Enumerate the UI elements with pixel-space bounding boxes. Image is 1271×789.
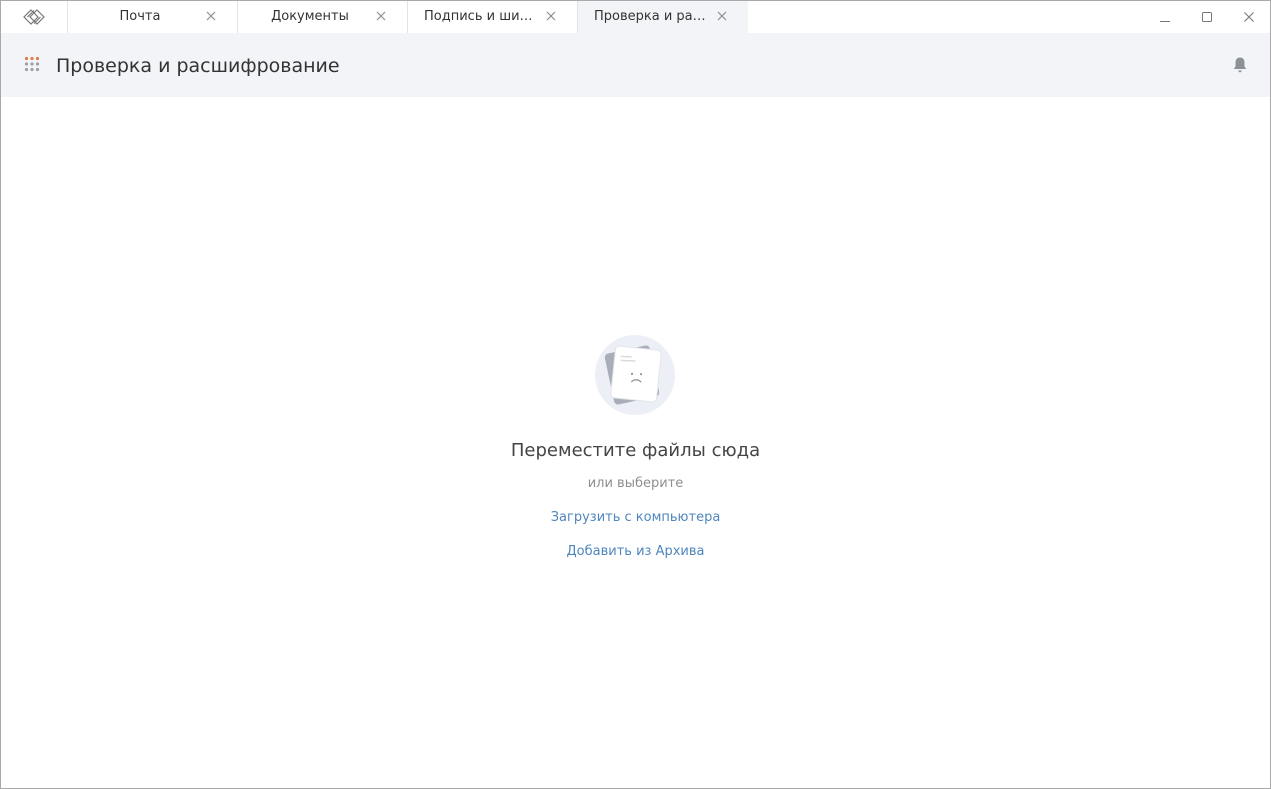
app-logo-icon[interactable] [1,1,68,33]
upload-from-computer-link[interactable]: Загрузить с компьютера [551,510,721,525]
window-controls [1144,1,1270,33]
maximize-icon[interactable] [1186,1,1228,33]
page-header: Проверка и расшифрование [1,33,1270,97]
minimize-icon[interactable] [1144,1,1186,33]
close-icon[interactable] [375,10,387,22]
file-drop-zone[interactable]: Переместите файлы сюда или выберите Загр… [1,97,1270,788]
sad-document-icon [595,335,675,415]
close-icon[interactable] [716,10,728,22]
add-from-archive-wrapper: Добавить из Архива [1,544,1270,559]
add-from-archive-link[interactable]: Добавить из Архива [567,544,705,559]
apps-grid-icon[interactable] [24,56,40,72]
app-window: Почта Документы Подпись и шиф... Проверк… [0,0,1271,789]
tab-mail-label: Почта [119,9,161,24]
tab-mail[interactable]: Почта [68,1,238,33]
page-title: Проверка и расшифрование [56,55,340,77]
tab-bar: Почта Документы Подпись и шиф... Проверк… [1,1,1270,33]
tab-sign-encrypt[interactable]: Подпись и шиф... [408,1,578,33]
close-icon[interactable] [545,10,557,22]
drop-zone-title: Переместите файлы сюда [510,440,761,461]
upload-from-computer-wrapper: Загрузить с компьютера [1,510,1270,525]
drop-zone-or-text: или выберите [587,476,684,491]
tab-verify-decrypt-label: Проверка и рас... [594,9,706,24]
tab-verify-decrypt[interactable]: Проверка и рас... [578,1,748,33]
tab-sign-encrypt-label: Подпись и шиф... [424,9,536,24]
bell-icon[interactable] [1232,56,1248,74]
close-icon[interactable] [1228,1,1270,33]
tab-documents-label: Документы [271,9,349,24]
close-icon[interactable] [205,10,217,22]
tab-documents[interactable]: Документы [238,1,408,33]
